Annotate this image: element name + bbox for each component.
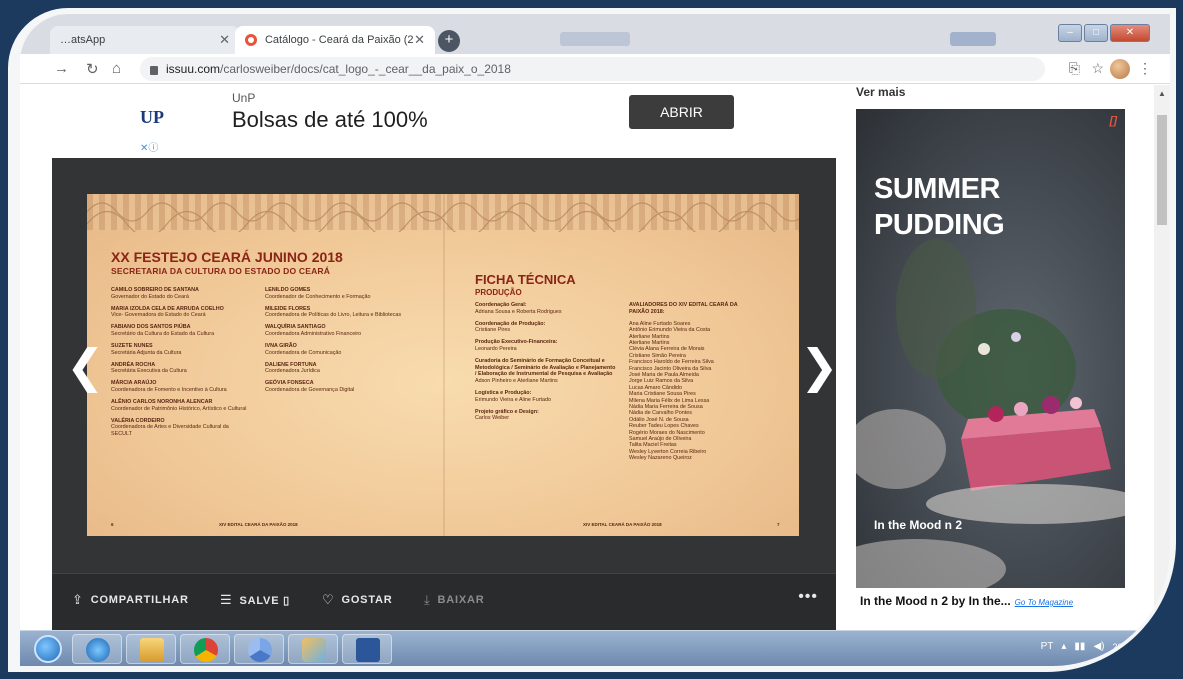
url-bar[interactable]: issuu.com/carlosweiber/docs/cat_logo_-_c… (140, 57, 1045, 81)
new-tab-button[interactable]: + (438, 30, 460, 52)
word-icon (356, 638, 380, 662)
credits-column-3: Coordenação Geral: Adriana Sousa e Robert… (475, 302, 616, 422)
browser-tab-strip: …atsApp ✕ Catálogo - Ceará da Paixão (20… (20, 14, 1170, 54)
taskbar-chrome[interactable] (180, 634, 230, 664)
ad-corner-mark: [] (1109, 115, 1117, 127)
ad-title: SUMMER PUDDING (874, 173, 1005, 241)
producao-subtitle: PRODUÇÃO (475, 288, 522, 297)
bookmark-list-icon: ☰ (220, 592, 233, 607)
ad-brand: UnP (232, 91, 256, 105)
adchoices-icon[interactable]: ✕ⓘ (140, 139, 158, 154)
credits-column-1: CAMILO SOBREIRO DE SANTANA Governador do … (111, 287, 247, 437)
taskbar-chrome-2[interactable] (234, 634, 284, 664)
spread-subtitle: SECRETARIA DA CULTURA DO ESTADO DO CEARÁ (111, 266, 331, 276)
menu-kebab-icon[interactable]: ⋮ (1138, 60, 1152, 77)
scroll-thumb[interactable] (1157, 115, 1167, 225)
go-to-magazine-link[interactable]: Go To Magazine (1015, 598, 1073, 607)
page-fold (443, 194, 445, 536)
taskbar-explorer[interactable] (126, 634, 176, 664)
page-number-right: 7 (777, 522, 780, 527)
screen: …atsApp ✕ Catálogo - Ceará da Paixão (20… (20, 14, 1170, 666)
document-reader: XX FESTEJO CEARÁ JUNINO 2018 SECRETARIA … (52, 158, 839, 630)
chrome-icon (194, 638, 218, 662)
taskbar-ie[interactable] (72, 634, 122, 664)
ad-open-button[interactable]: ABRIR (629, 95, 734, 129)
windows-taskbar: PT ▴ ▮▮ ◀) 20:2 (20, 630, 1170, 666)
ficha-tecnica-title: FICHA TÉCNICA (475, 272, 576, 287)
heart-icon: ♡ (322, 592, 335, 607)
minimize-button[interactable]: – (1058, 24, 1082, 42)
tab-close-icon[interactable]: ✕ (414, 32, 425, 48)
start-button[interactable] (34, 635, 62, 663)
ad-banner[interactable]: UP UnP Bolsas de até 100% ABRIR ✕ⓘ (140, 87, 746, 161)
footer-right: XIV EDITAL CEARÁ DA PAIXÃO 2018 (583, 522, 662, 527)
next-page-arrow-icon[interactable]: ❯ (800, 343, 839, 389)
page-number-left: 6 (111, 522, 114, 527)
close-window-button[interactable]: ✕ (1110, 24, 1150, 42)
background-blur (560, 32, 630, 46)
share-button[interactable]: ⇪ COMPARTILHAR (72, 592, 189, 608)
spread-title: XX FESTEJO CEARÁ JUNINO 2018 (111, 249, 343, 265)
unp-logo: UP (140, 107, 164, 127)
system-tray: PT ▴ ▮▮ ◀) 20:2 (1041, 641, 1130, 652)
folder-icon (140, 638, 164, 662)
lock-icon (150, 65, 158, 75)
tab-title: …atsApp (60, 34, 106, 46)
magazine-spread[interactable]: XX FESTEJO CEARÁ JUNINO 2018 SECRETARIA … (87, 194, 799, 536)
tray-arrow-icon[interactable]: ▴ (1061, 641, 1066, 652)
sidebar-heading: Ver mais (856, 85, 906, 99)
background-blur (950, 32, 996, 46)
chrome-icon (248, 638, 272, 662)
taskbar-paint[interactable] (288, 634, 338, 664)
share-icon: ⇪ (72, 592, 84, 607)
volume-icon[interactable]: ◀) (1093, 641, 1104, 652)
reader-toolbar: ⇪ COMPARTILHAR ☰ SALVE ▯ ♡ GOSTAR ⤓ BAIX… (52, 573, 836, 630)
window-controls: – □ ✕ (1058, 24, 1150, 42)
credits-column-2: LENILDO GOMES Coordenador de Conhecimento… (265, 287, 402, 394)
network-icon[interactable]: ▮▮ (1074, 641, 1085, 652)
taskbar-word[interactable] (342, 634, 392, 664)
issuu-favicon-icon (245, 34, 257, 46)
home-icon[interactable]: ⌂ (112, 60, 121, 77)
save-button[interactable]: ☰ SALVE ▯ (220, 592, 290, 608)
sidebar-ad[interactable]: [] SUMMER PUDDING In the Mood n 2 (856, 109, 1125, 588)
ad-caption: In the Mood n 2 (874, 518, 962, 532)
scroll-up-icon[interactable]: ▲ (1158, 89, 1166, 98)
tab-title: Catálogo - Ceará da Paixão (2018 (264, 34, 414, 46)
translate-icon[interactable]: ⎘ (1069, 60, 1080, 77)
internet-explorer-icon (86, 638, 110, 662)
issuu-page: UP UnP Bolsas de até 100% ABRIR ✕ⓘ XX FE… (20, 85, 1170, 630)
clock[interactable]: 20:2 (1112, 642, 1130, 652)
forward-icon[interactable]: → (54, 60, 69, 77)
maximize-button[interactable]: □ (1084, 24, 1108, 42)
like-button[interactable]: ♡ GOSTAR (322, 592, 393, 608)
address-bar-row: → ↻ ⌂ issuu.com/carlosweiber/docs/cat_lo… (20, 54, 1170, 84)
sidebar-ad-meta: In the Mood n 2 by In the... Go To Magazi… (860, 594, 1074, 608)
bookmark-star-icon[interactable]: ☆ (1091, 60, 1104, 77)
tab-catalogo[interactable]: Catálogo - Ceará da Paixão (2018 ✕ (235, 26, 435, 54)
prev-page-arrow-icon[interactable]: ❮ (66, 343, 105, 389)
url-host: issuu.com (166, 62, 221, 76)
profile-avatar[interactable] (1110, 59, 1130, 79)
page-scrollbar[interactable]: ▲ (1154, 85, 1170, 630)
tab-close-icon[interactable]: ✕ (219, 32, 230, 48)
more-options-icon[interactable]: ••• (798, 588, 818, 606)
url-path: /carlosweiber/docs/cat_logo_-_cear__da_p… (220, 62, 511, 76)
ad-headline: Bolsas de até 100% (232, 107, 428, 132)
download-icon: ⤓ (424, 592, 431, 607)
download-button[interactable]: ⤓ BAIXAR (424, 592, 485, 608)
footer-left: XIV EDITAL CEARÁ DA PAIXÃO 2018 (219, 522, 298, 527)
paint-icon (302, 638, 326, 662)
language-indicator[interactable]: PT (1041, 641, 1054, 652)
reload-icon[interactable]: ↻ (86, 60, 99, 78)
credits-column-4: AVALIADORES DO XIV EDITAL CEARÁ DA PAIXÃ… (629, 302, 738, 462)
tab-whatsapp[interactable]: …atsApp ✕ (50, 26, 240, 54)
